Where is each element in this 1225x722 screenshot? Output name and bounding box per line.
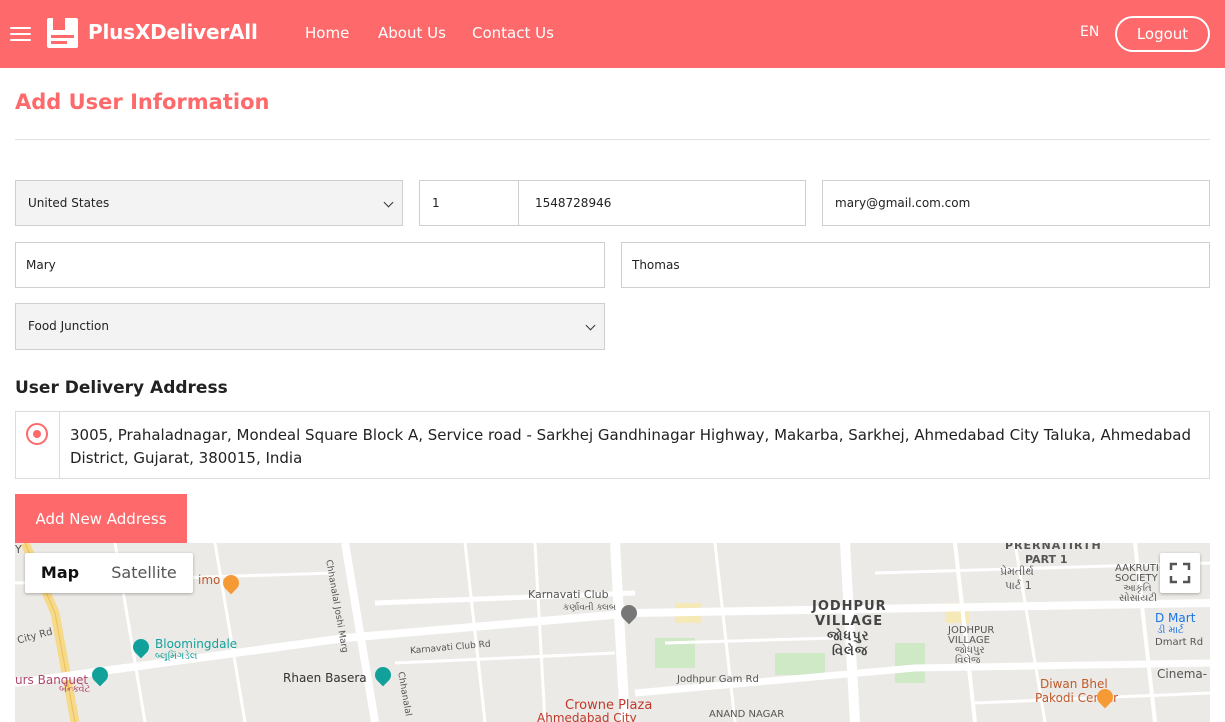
phone-value: 1548728946 bbox=[535, 196, 612, 210]
map-label-diwan-bhel: Diwan Bhel bbox=[1040, 677, 1108, 691]
divider bbox=[15, 139, 1210, 140]
phone-code-input[interactable]: 1 bbox=[419, 180, 519, 226]
map-type-toggle: Map Satellite bbox=[25, 553, 193, 593]
hamburger-menu-icon[interactable] bbox=[10, 25, 32, 43]
top-navbar: PlusXDeliverAll Home About Us Contact Us… bbox=[0, 0, 1225, 68]
map-label-jodhpur-gam-rd: Jodhpur Gam Rd bbox=[677, 674, 759, 685]
map-label-vilej-gu: વિલેજ bbox=[832, 644, 869, 659]
last-name-value: Thomas bbox=[632, 258, 680, 272]
country-value: United States bbox=[28, 196, 110, 210]
map-label-prernatirth: PRERNATIRTH bbox=[1005, 543, 1102, 552]
nav-contact-us[interactable]: Contact Us bbox=[472, 24, 554, 42]
map-label-cinema: Cinema- S bbox=[1157, 667, 1210, 681]
map-label-village-small-gu: વિલેજ bbox=[955, 655, 981, 666]
page-title: Add User Information bbox=[15, 90, 270, 114]
map-label: Y bbox=[15, 543, 22, 556]
map-label-dmart-gu: ડી માર્ટ bbox=[1157, 625, 1184, 636]
delivery-section-title: User Delivery Address bbox=[15, 378, 228, 398]
brand-name[interactable]: PlusXDeliverAll bbox=[88, 20, 258, 44]
map-label-bloomingdale: Bloomingdale bbox=[155, 637, 238, 651]
map-label-crowne-plaza-2: Ahmedabad City bbox=[537, 711, 637, 722]
map-label-village: VILLAGE bbox=[815, 614, 884, 629]
store-value: Food Junction bbox=[28, 319, 109, 333]
logo-icon bbox=[47, 18, 78, 48]
map-label-rhaen-basera: Rhaen Basera bbox=[283, 671, 367, 685]
address-radio-cell bbox=[16, 412, 60, 478]
phone-code-value: 1 bbox=[432, 196, 440, 210]
map-label-jodhpur-gu: જોધપુર bbox=[827, 629, 870, 644]
map-label-karnavati-club: Karnavati Club bbox=[528, 588, 609, 601]
map-label-dmart-rd: Dmart Rd bbox=[1155, 637, 1204, 648]
map-label-jodhpur: JODHPUR bbox=[812, 599, 887, 614]
country-select[interactable]: United States bbox=[15, 180, 403, 226]
first-name-value: Mary bbox=[26, 258, 56, 272]
map-type-map-button[interactable]: Map bbox=[25, 553, 95, 593]
first-name-input[interactable]: Mary bbox=[15, 242, 605, 288]
map-label-prernatirth-gu: પ્રેમતીર્થ bbox=[1000, 565, 1034, 578]
phone-input[interactable]: 1548728946 bbox=[518, 180, 806, 226]
map-label-dmart: D Mart bbox=[1155, 611, 1196, 625]
fullscreen-button[interactable] bbox=[1160, 553, 1200, 593]
chevron-down-icon bbox=[585, 320, 596, 331]
fullscreen-icon bbox=[1169, 562, 1191, 584]
language-selector[interactable]: EN bbox=[1080, 24, 1099, 40]
chevron-down-icon bbox=[383, 197, 394, 208]
nav-home[interactable]: Home bbox=[305, 24, 349, 42]
map-label-urs-banquet-gu: બેન્ક્વેટ bbox=[59, 684, 91, 695]
email-input[interactable]: mary@gmail.com.com bbox=[822, 180, 1210, 226]
map-label-bloomingdale-gu: બ્લૂમિંગડેલ bbox=[155, 651, 198, 662]
map-type-satellite-button[interactable]: Satellite bbox=[95, 553, 193, 593]
nav-about-us[interactable]: About Us bbox=[378, 24, 446, 42]
map[interactable]: Map Satellite Y PRERNATIRTH PART 1 પ્રેમ… bbox=[15, 543, 1210, 722]
address-text: 3005, Prahaladnagar, Mondeal Square Bloc… bbox=[70, 426, 1192, 467]
map-label-society-gu: સોસાયટી bbox=[1119, 593, 1158, 604]
last-name-input[interactable]: Thomas bbox=[621, 242, 1210, 288]
email-value: mary@gmail.com.com bbox=[835, 196, 971, 210]
map-label-anand-nagar: ANAND NAGAR bbox=[709, 709, 785, 720]
address-option[interactable]: 3005, Prahaladnagar, Mondeal Square Bloc… bbox=[15, 411, 1210, 479]
map-label-part1-gu: પાર્ટ 1 bbox=[1005, 579, 1032, 592]
add-new-address-button[interactable]: Add New Address bbox=[15, 494, 187, 543]
map-label-imo: imo bbox=[198, 573, 221, 587]
map-label-karnavati-club-gu: કર્ણાવતી ક્લબ bbox=[563, 603, 617, 613]
address-radio[interactable] bbox=[26, 423, 48, 445]
store-select[interactable]: Food Junction bbox=[15, 303, 605, 350]
logout-button[interactable]: Logout bbox=[1115, 16, 1210, 52]
